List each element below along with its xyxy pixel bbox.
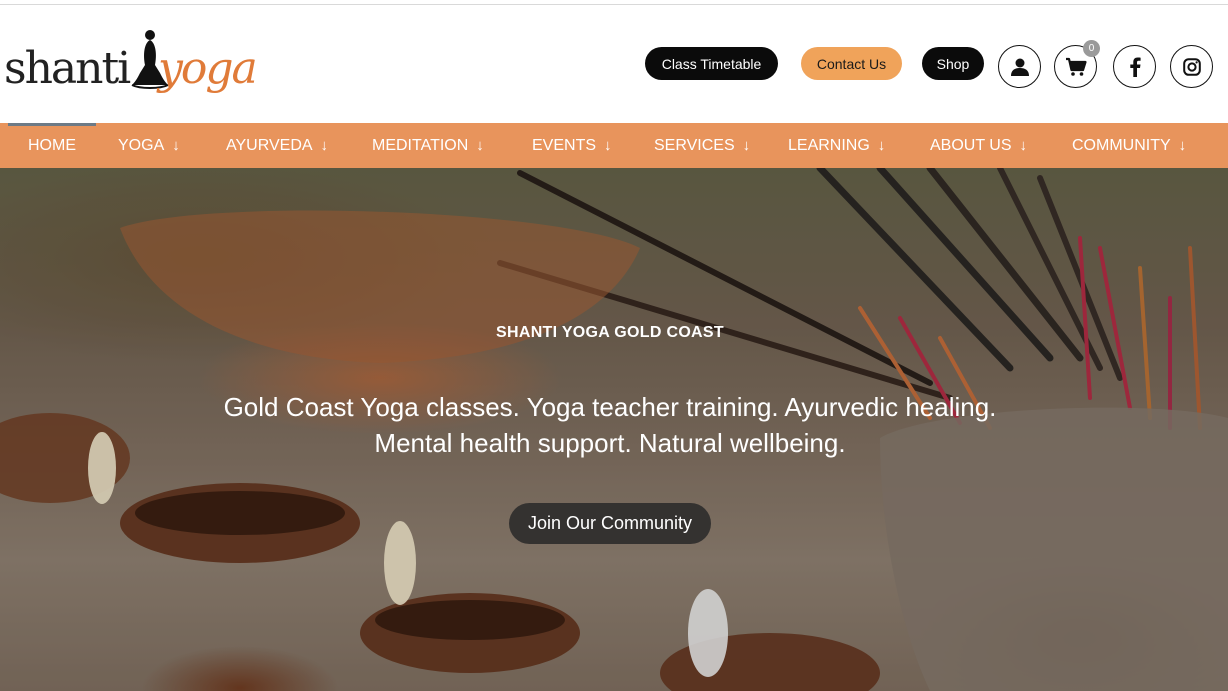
nav-label-about-us: ABOUT US [930, 136, 1012, 154]
nav-label-ayurveda: AYURVEDA [226, 136, 313, 154]
site-logo[interactable]: shanti yoga [4, 25, 264, 105]
instagram-icon [1182, 57, 1201, 76]
hero-tagline-line-1: Gold Coast Yoga classes. Yoga teacher tr… [223, 392, 997, 422]
arrow-down-icon: ↓ [877, 137, 886, 154]
arrow-down-icon: ↓ [742, 137, 751, 154]
nav-label-yoga: YOGA [118, 136, 165, 154]
nav-item-yoga[interactable]: YOGA ↓ [118, 123, 180, 168]
nav-item-events[interactable]: EVENTS ↓ [532, 123, 612, 168]
nav-label-services: SERVICES [654, 136, 735, 154]
shop-button[interactable]: Shop [922, 47, 984, 80]
nav-label-home: HOME [28, 136, 76, 154]
nav-item-community[interactable]: COMMUNITY ↓ [1072, 123, 1186, 168]
facebook-icon [1129, 57, 1141, 77]
site-header: shanti yoga Class Timetable Contact Us S… [0, 5, 1228, 123]
nav-item-about-us[interactable]: ABOUT US ↓ [930, 123, 1027, 168]
arrow-down-icon: ↓ [476, 137, 484, 154]
arrow-down-icon: ↓ [1019, 137, 1028, 154]
nav-item-home[interactable]: HOME [28, 123, 76, 168]
logo-text-yoga: yoga [158, 43, 258, 94]
cart-button[interactable]: 0 [1054, 40, 1100, 88]
contact-us-button[interactable]: Contact Us [801, 47, 902, 80]
account-button[interactable] [998, 45, 1041, 88]
instagram-button[interactable] [1170, 45, 1213, 88]
cart-count-badge: 0 [1083, 40, 1100, 57]
hero-banner: SHANTI YOGA GOLD COAST Gold Coast Yoga c… [0, 168, 1228, 691]
arrow-down-icon: ↓ [604, 137, 612, 154]
main-navigation: HOME YOGA ↓ AYURVEDA ↓ MEDITATION ↓ EVEN… [0, 123, 1228, 168]
arrow-down-icon: ↓ [320, 137, 329, 154]
class-timetable-button[interactable]: Class Timetable [645, 47, 778, 80]
facebook-button[interactable] [1113, 45, 1156, 88]
arrow-down-icon: ↓ [172, 137, 180, 154]
arrow-down-icon: ↓ [1178, 137, 1187, 154]
hero-tagline-line-2: Mental health support. Natural wellbeing… [374, 428, 846, 458]
nav-item-ayurveda[interactable]: AYURVEDA ↓ [226, 123, 328, 168]
nav-item-learning[interactable]: LEARNING ↓ [788, 123, 885, 168]
hero-eyebrow: SHANTI YOGA GOLD COAST [496, 324, 724, 341]
shopping-cart-icon [1065, 57, 1087, 76]
join-community-button[interactable]: Join Our Community [509, 503, 711, 544]
nav-item-meditation[interactable]: MEDITATION ↓ [372, 123, 484, 168]
logo-text-shanti: shanti [4, 43, 131, 94]
nav-item-services[interactable]: SERVICES ↓ [654, 123, 750, 168]
user-icon [1010, 58, 1029, 76]
nav-label-community: COMMUNITY [1072, 136, 1171, 154]
hero-content: SHANTI YOGA GOLD COAST Gold Coast Yoga c… [0, 168, 1228, 691]
nav-label-events: EVENTS [532, 136, 597, 154]
nav-label-learning: LEARNING [788, 136, 870, 154]
nav-label-meditation: MEDITATION [372, 136, 469, 154]
